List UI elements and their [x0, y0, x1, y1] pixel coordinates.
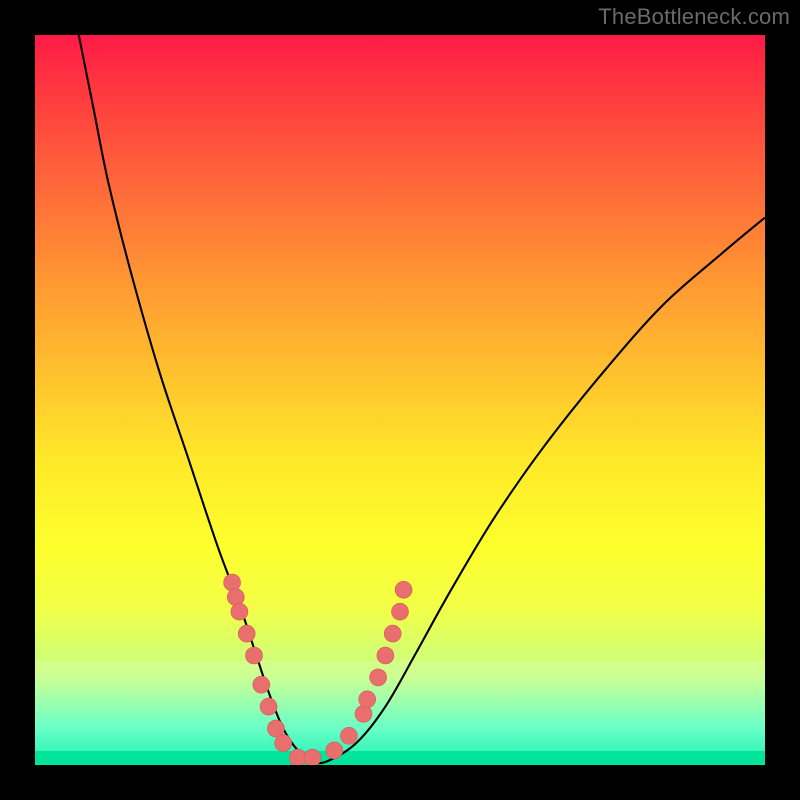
data-marker — [340, 727, 357, 744]
curve-layer — [35, 35, 765, 765]
data-marker — [370, 669, 387, 686]
watermark-text: TheBottleneck.com — [598, 4, 790, 30]
bottleneck-curve-path — [79, 35, 765, 763]
data-marker — [246, 647, 263, 664]
chart-frame: TheBottleneck.com — [0, 0, 800, 800]
data-marker — [275, 735, 292, 752]
data-marker — [384, 625, 401, 642]
data-marker — [359, 691, 376, 708]
data-marker — [326, 742, 343, 759]
data-marker — [395, 581, 412, 598]
data-marker — [377, 647, 394, 664]
plot-area — [35, 35, 765, 765]
data-marker — [260, 698, 277, 715]
data-marker — [392, 603, 409, 620]
data-marker — [238, 625, 255, 642]
data-marker — [227, 589, 244, 606]
data-marker — [253, 676, 270, 693]
data-marker — [231, 603, 248, 620]
data-marker — [355, 705, 372, 722]
marker-group — [224, 574, 413, 765]
data-marker — [304, 749, 321, 765]
data-marker — [224, 574, 241, 591]
